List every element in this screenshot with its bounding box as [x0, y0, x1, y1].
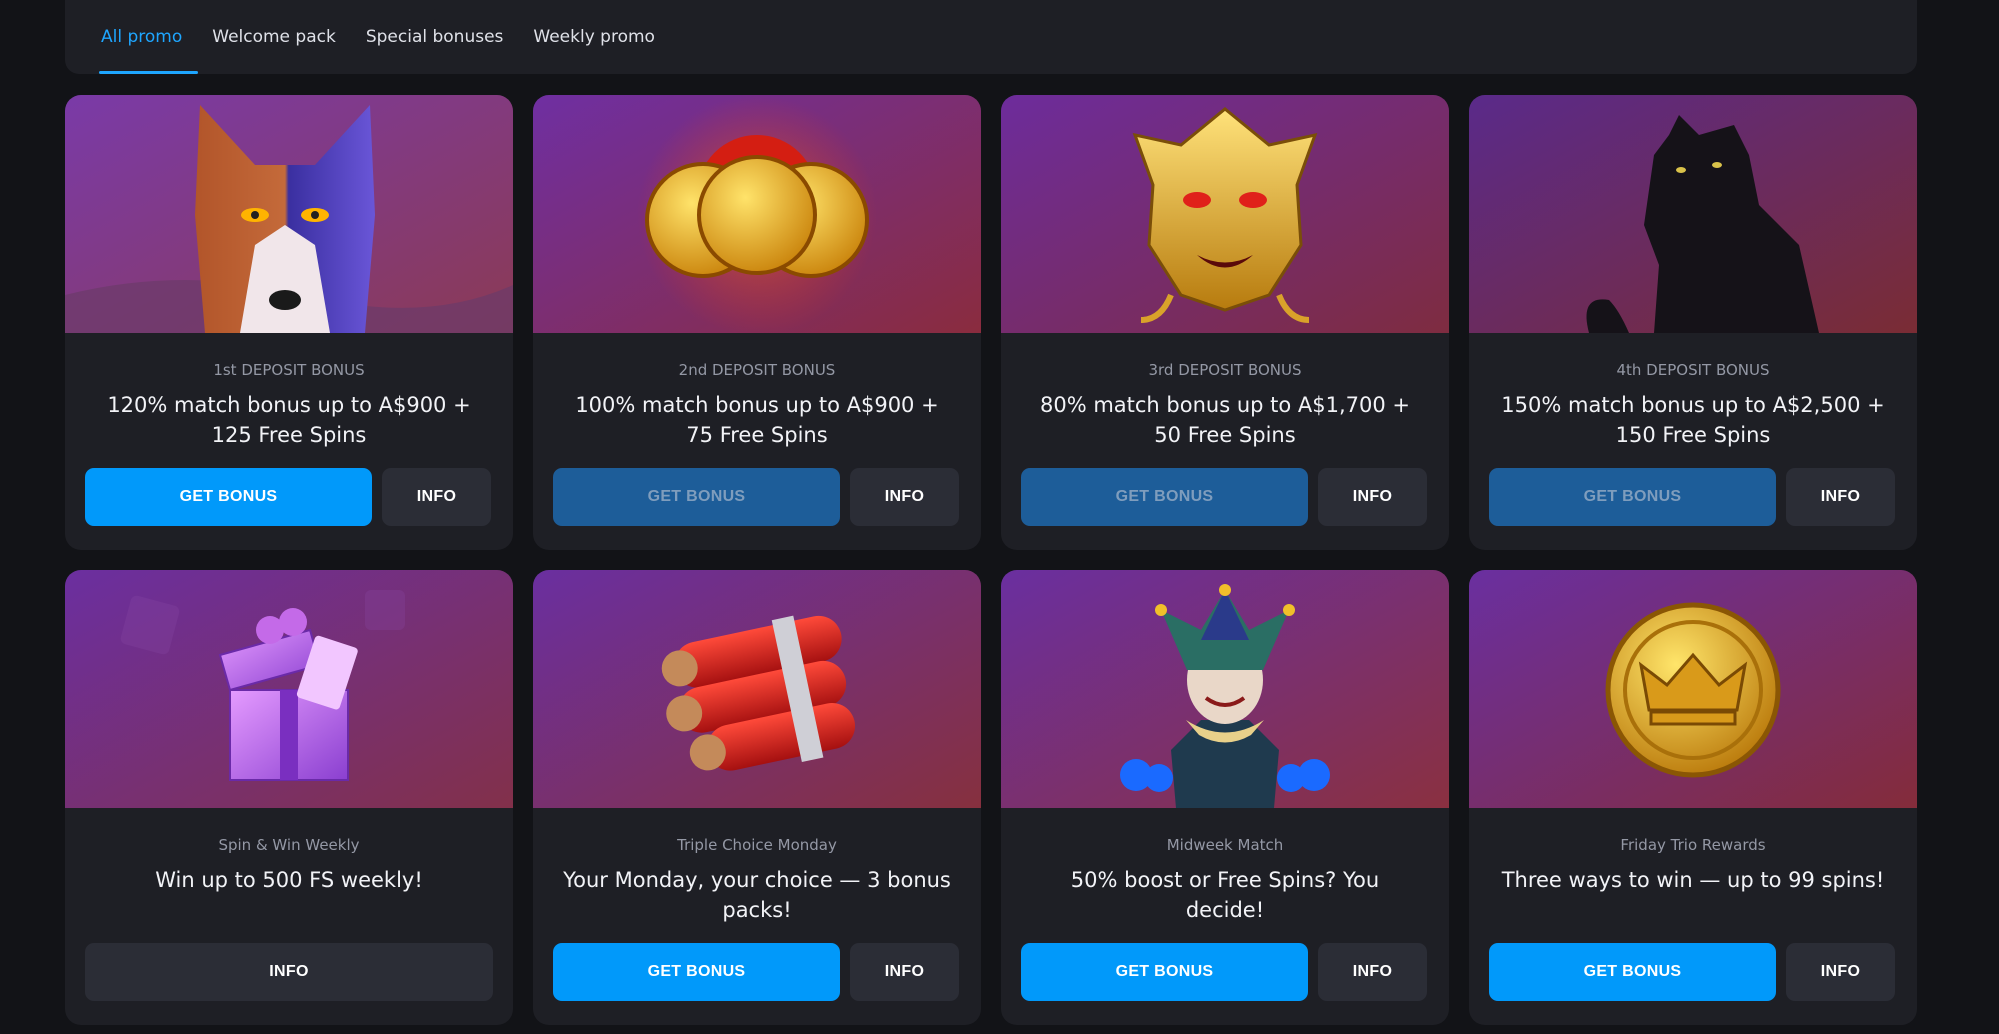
info-button[interactable]: INFO	[1786, 943, 1895, 1001]
get-bonus-button[interactable]: GET BONUS	[1489, 943, 1776, 1001]
tab-all-promo[interactable]: All promo	[98, 0, 199, 74]
promo-card-spin-win-weekly: Spin & Win Weekly Win up to 500 FS weekl…	[65, 570, 513, 1025]
tab-special-bonuses[interactable]: Special bonuses	[366, 0, 504, 74]
tab-welcome-pack[interactable]: Welcome pack	[212, 0, 336, 74]
promo-title: Your Monday, your choice — 3 bonus packs…	[563, 868, 951, 922]
gift-box-image	[65, 570, 513, 808]
promo-title: 50% boost or Free Spins? You decide!	[1070, 868, 1380, 922]
info-button[interactable]: INFO	[850, 468, 959, 526]
promo-title: Win up to 500 FS weekly!	[155, 868, 423, 892]
tab-weekly-promo[interactable]: Weekly promo	[533, 0, 655, 74]
promo-caption: Triple Choice Monday	[677, 836, 837, 854]
promo-card-1st-deposit: 1st DEPOSIT BONUS 120% match bonus up to…	[65, 95, 513, 550]
promo-caption: 1st DEPOSIT BONUS	[213, 361, 365, 379]
promo-caption: Midweek Match	[1166, 836, 1284, 854]
info-button[interactable]: INFO	[382, 468, 491, 526]
dynamite-image	[533, 570, 981, 808]
info-button[interactable]: INFO	[1318, 468, 1427, 526]
promo-card-3rd-deposit: 3rd DEPOSIT BONUS 80% match bonus up to …	[1001, 95, 1449, 550]
promo-card-midweek-match: Midweek Match 50% boost or Free Spins? Y…	[1001, 570, 1449, 1025]
jester-image	[1001, 570, 1449, 808]
promo-caption: 2nd DEPOSIT BONUS	[678, 361, 836, 379]
info-button[interactable]: INFO	[1318, 943, 1427, 1001]
get-bonus-button[interactable]: GET BONUS	[1021, 468, 1308, 526]
promo-title: 120% match bonus up to A$900 + 125 Free …	[107, 393, 471, 447]
get-bonus-button[interactable]: GET BONUS	[1489, 468, 1776, 526]
get-bonus-button[interactable]: GET BONUS	[85, 468, 372, 526]
promo-card-triple-choice-monday: Triple Choice Monday Your Monday, your c…	[533, 570, 981, 1025]
coins-image	[533, 95, 981, 333]
promo-card-4th-deposit: 4th DEPOSIT BONUS 150% match bonus up to…	[1469, 95, 1917, 550]
promo-caption: 4th DEPOSIT BONUS	[1616, 361, 1770, 379]
info-button[interactable]: INFO	[85, 943, 493, 1001]
promo-card-2nd-deposit: 2nd DEPOSIT BONUS 100% match bonus up to…	[533, 95, 981, 550]
info-button[interactable]: INFO	[850, 943, 959, 1001]
info-button[interactable]: INFO	[1786, 468, 1895, 526]
promo-tabs: All promo Welcome pack Special bonuses W…	[65, 0, 1917, 74]
promo-title: 150% match bonus up to A$2,500 + 150 Fre…	[1501, 393, 1885, 447]
panther-image	[1469, 95, 1917, 333]
promo-grid: 1st DEPOSIT BONUS 120% match bonus up to…	[65, 95, 1917, 1025]
dragon-mask-image	[1001, 95, 1449, 333]
get-bonus-button[interactable]: GET BONUS	[553, 943, 840, 1001]
promo-caption: Friday Trio Rewards	[1620, 836, 1766, 854]
promo-card-friday-trio: Friday Trio Rewards Three ways to win — …	[1469, 570, 1917, 1025]
promo-title: Three ways to win — up to 99 spins!	[1501, 868, 1885, 892]
wolf-image	[65, 95, 513, 333]
crown-coin-image	[1469, 570, 1917, 808]
get-bonus-button[interactable]: GET BONUS	[553, 468, 840, 526]
promo-title: 80% match bonus up to A$1,700 + 50 Free …	[1039, 393, 1411, 447]
promo-title: 100% match bonus up to A$900 + 75 Free S…	[575, 393, 939, 447]
promo-caption: Spin & Win Weekly	[218, 836, 360, 854]
promo-caption: 3rd DEPOSIT BONUS	[1148, 361, 1302, 379]
get-bonus-button[interactable]: GET BONUS	[1021, 943, 1308, 1001]
